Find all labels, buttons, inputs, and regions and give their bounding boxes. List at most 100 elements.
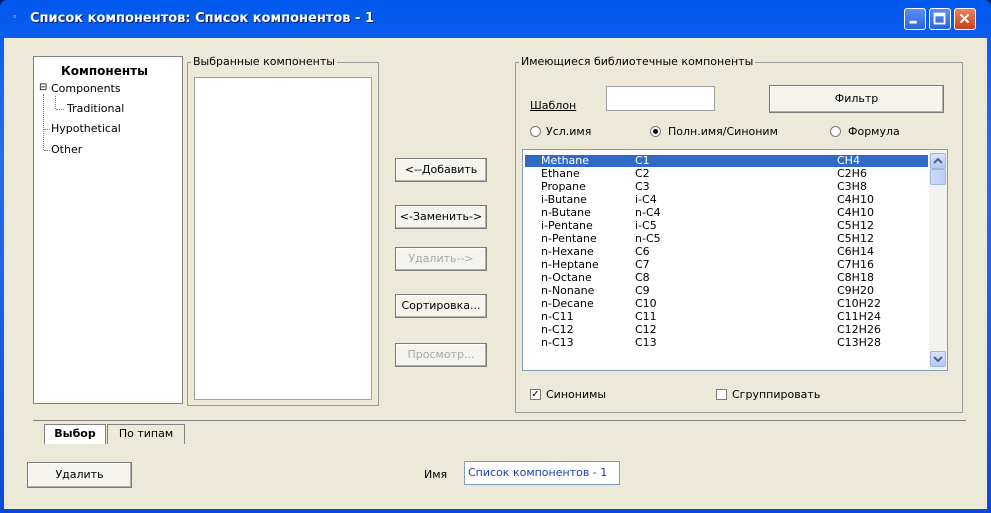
library-cell-name: n-Decane — [541, 297, 594, 310]
scroll-up-button[interactable] — [930, 153, 946, 169]
tree-connector — [56, 109, 64, 110]
library-cell-name: n-C11 — [541, 310, 574, 323]
library-cell-formula: C9H20 — [837, 284, 874, 297]
library-cell-short: n-C5 — [635, 232, 661, 245]
add-button[interactable]: <--Добавить — [395, 158, 487, 182]
library-row[interactable]: Ethane C2 C2H6 — [525, 168, 928, 180]
library-row[interactable]: n-C11 C11 C11H24 — [525, 311, 928, 323]
library-components-title: Имеющиеся библиотечные компоненты — [519, 55, 756, 68]
library-cell-name: n-Octane — [541, 271, 592, 284]
scroll-thumb[interactable] — [930, 169, 946, 185]
delete-list-button[interactable]: Удалить — [27, 462, 132, 488]
tree-expander-icon[interactable]: ⊟ — [39, 82, 47, 93]
library-row[interactable]: n-Pentane n-C5 C5H12 — [525, 233, 928, 245]
library-cell-formula: C13H28 — [837, 336, 881, 349]
library-cell-formula: C5H12 — [837, 232, 874, 245]
tree-item-components[interactable]: Components — [51, 82, 121, 95]
minimize-icon — [909, 20, 917, 24]
selected-components-list[interactable] — [194, 77, 372, 400]
tree-connector — [43, 94, 44, 150]
library-cell-short: i-C5 — [635, 219, 657, 232]
library-cell-formula: C2H6 — [837, 167, 867, 180]
library-cell-name: n-Butane — [541, 206, 591, 219]
library-row[interactable]: n-Nonane C9 C9H20 — [525, 285, 928, 297]
library-cell-formula: C10H22 — [837, 297, 881, 310]
library-row[interactable]: i-Pentane i-C5 C5H12 — [525, 220, 928, 232]
library-row[interactable]: n-Heptane C7 C7H16 — [525, 259, 928, 271]
synonyms-checkbox[interactable]: ✓ — [530, 389, 541, 400]
tab-select[interactable]: Выбор — [44, 424, 106, 444]
library-components-group: Имеющиеся библиотечные компоненты Шаблон… — [515, 55, 963, 413]
close-button[interactable] — [954, 8, 976, 30]
radio-short-name[interactable] — [530, 126, 541, 137]
remove-button[interactable]: Удалить--> — [395, 247, 487, 271]
radio-formula[interactable] — [830, 126, 841, 137]
group-label[interactable]: Сгруппировать — [732, 388, 820, 401]
library-cell-short: C11 — [635, 310, 657, 323]
tree-connector — [44, 150, 50, 151]
library-cell-formula: C4H10 — [837, 193, 874, 206]
view-button[interactable]: Просмотр... — [395, 343, 487, 367]
library-cell-short: C7 — [635, 258, 650, 271]
library-row[interactable]: n-Octane C8 C8H18 — [525, 272, 928, 284]
minimize-button[interactable] — [904, 8, 926, 30]
library-cell-short: C6 — [635, 245, 650, 258]
library-row[interactable]: n-Decane C10 C10H22 — [525, 298, 928, 310]
library-row[interactable]: i-Butane i-C4 C4H10 — [525, 194, 928, 206]
library-row[interactable]: Propane C3 C3H8 — [525, 181, 928, 193]
library-scrollbar[interactable] — [929, 150, 947, 370]
library-cell-formula: C12H26 — [837, 323, 881, 336]
filter-button[interactable]: Фильтр — [769, 85, 944, 113]
pattern-input[interactable] — [606, 86, 715, 111]
library-row[interactable]: n-Butane n-C4 C4H10 — [525, 207, 928, 219]
title-bar[interactable]: ◦ Список компонентов: Список компонентов… — [0, 0, 991, 38]
library-cell-short: i-C4 — [635, 193, 657, 206]
radio-full-name[interactable] — [650, 126, 661, 137]
library-row[interactable]: n-C13 C13 C13H28 — [525, 337, 928, 349]
library-cell-formula: CH4 — [837, 154, 860, 167]
library-cell-short: C10 — [635, 297, 657, 310]
synonyms-label[interactable]: Синонимы — [546, 388, 606, 401]
library-row[interactable]: n-Hexane C6 C6H14 — [525, 246, 928, 258]
library-cell-name: n-C13 — [541, 336, 574, 349]
maximize-icon — [933, 12, 946, 25]
chevron-up-icon — [933, 157, 943, 164]
radio-formula-label[interactable]: Формула — [848, 125, 900, 138]
tree-connector — [44, 129, 50, 130]
library-cell-formula: C4H10 — [837, 206, 874, 219]
maximize-button[interactable] — [929, 8, 951, 30]
tree-item-hypothetical[interactable]: Hypothetical — [51, 122, 121, 135]
library-cell-formula: C11H24 — [837, 310, 881, 323]
library-cell-short: C3 — [635, 180, 650, 193]
replace-button[interactable]: <-Заменить-> — [395, 205, 487, 229]
tab-by-type[interactable]: По типам — [107, 424, 185, 444]
radio-short-name-label[interactable]: Усл.имя — [546, 125, 591, 138]
library-cell-short: C9 — [635, 284, 650, 297]
tree-header: Компоненты — [61, 64, 148, 78]
sort-button[interactable]: Сортировка... — [395, 294, 487, 318]
library-cell-name: n-C12 — [541, 323, 574, 336]
library-cell-formula: C5H12 — [837, 219, 874, 232]
name-label: Имя — [424, 468, 448, 481]
tree-item-other[interactable]: Other — [51, 143, 82, 156]
chevron-down-icon — [933, 356, 943, 363]
selected-components-title: Выбранные компоненты — [191, 55, 337, 68]
component-tree[interactable]: Компоненты ⊟ Components Traditional Hypo… — [33, 56, 183, 404]
library-cell-name: n-Pentane — [541, 232, 597, 245]
library-cell-short: C13 — [635, 336, 657, 349]
window-title: Список компонентов: Список компонентов -… — [30, 11, 374, 26]
library-list[interactable]: Methane C1 CH4 Ethane C2 C2H6 Propane C3 C3H8 i-B… — [522, 149, 948, 371]
library-cell-name: i-Butane — [541, 193, 587, 206]
library-rows: Methane C1 CH4 Ethane C2 C2H6 Propane C3 C3H8 i-B… — [525, 155, 931, 370]
library-row[interactable]: n-C12 C12 C12H26 — [525, 324, 928, 336]
tab-strip-line — [33, 420, 966, 421]
radio-full-name-label[interactable]: Полн.имя/Синоним — [668, 125, 778, 138]
app-icon[interactable]: ◦ — [12, 13, 22, 23]
group-checkbox[interactable] — [716, 389, 727, 400]
library-cell-short: C12 — [635, 323, 657, 336]
tree-connector — [55, 96, 56, 109]
tree-item-traditional[interactable]: Traditional — [67, 102, 124, 115]
name-input[interactable]: Список компонентов - 1 — [464, 461, 620, 485]
scroll-down-button[interactable] — [930, 351, 946, 367]
library-row[interactable]: Methane C1 CH4 — [525, 155, 928, 167]
